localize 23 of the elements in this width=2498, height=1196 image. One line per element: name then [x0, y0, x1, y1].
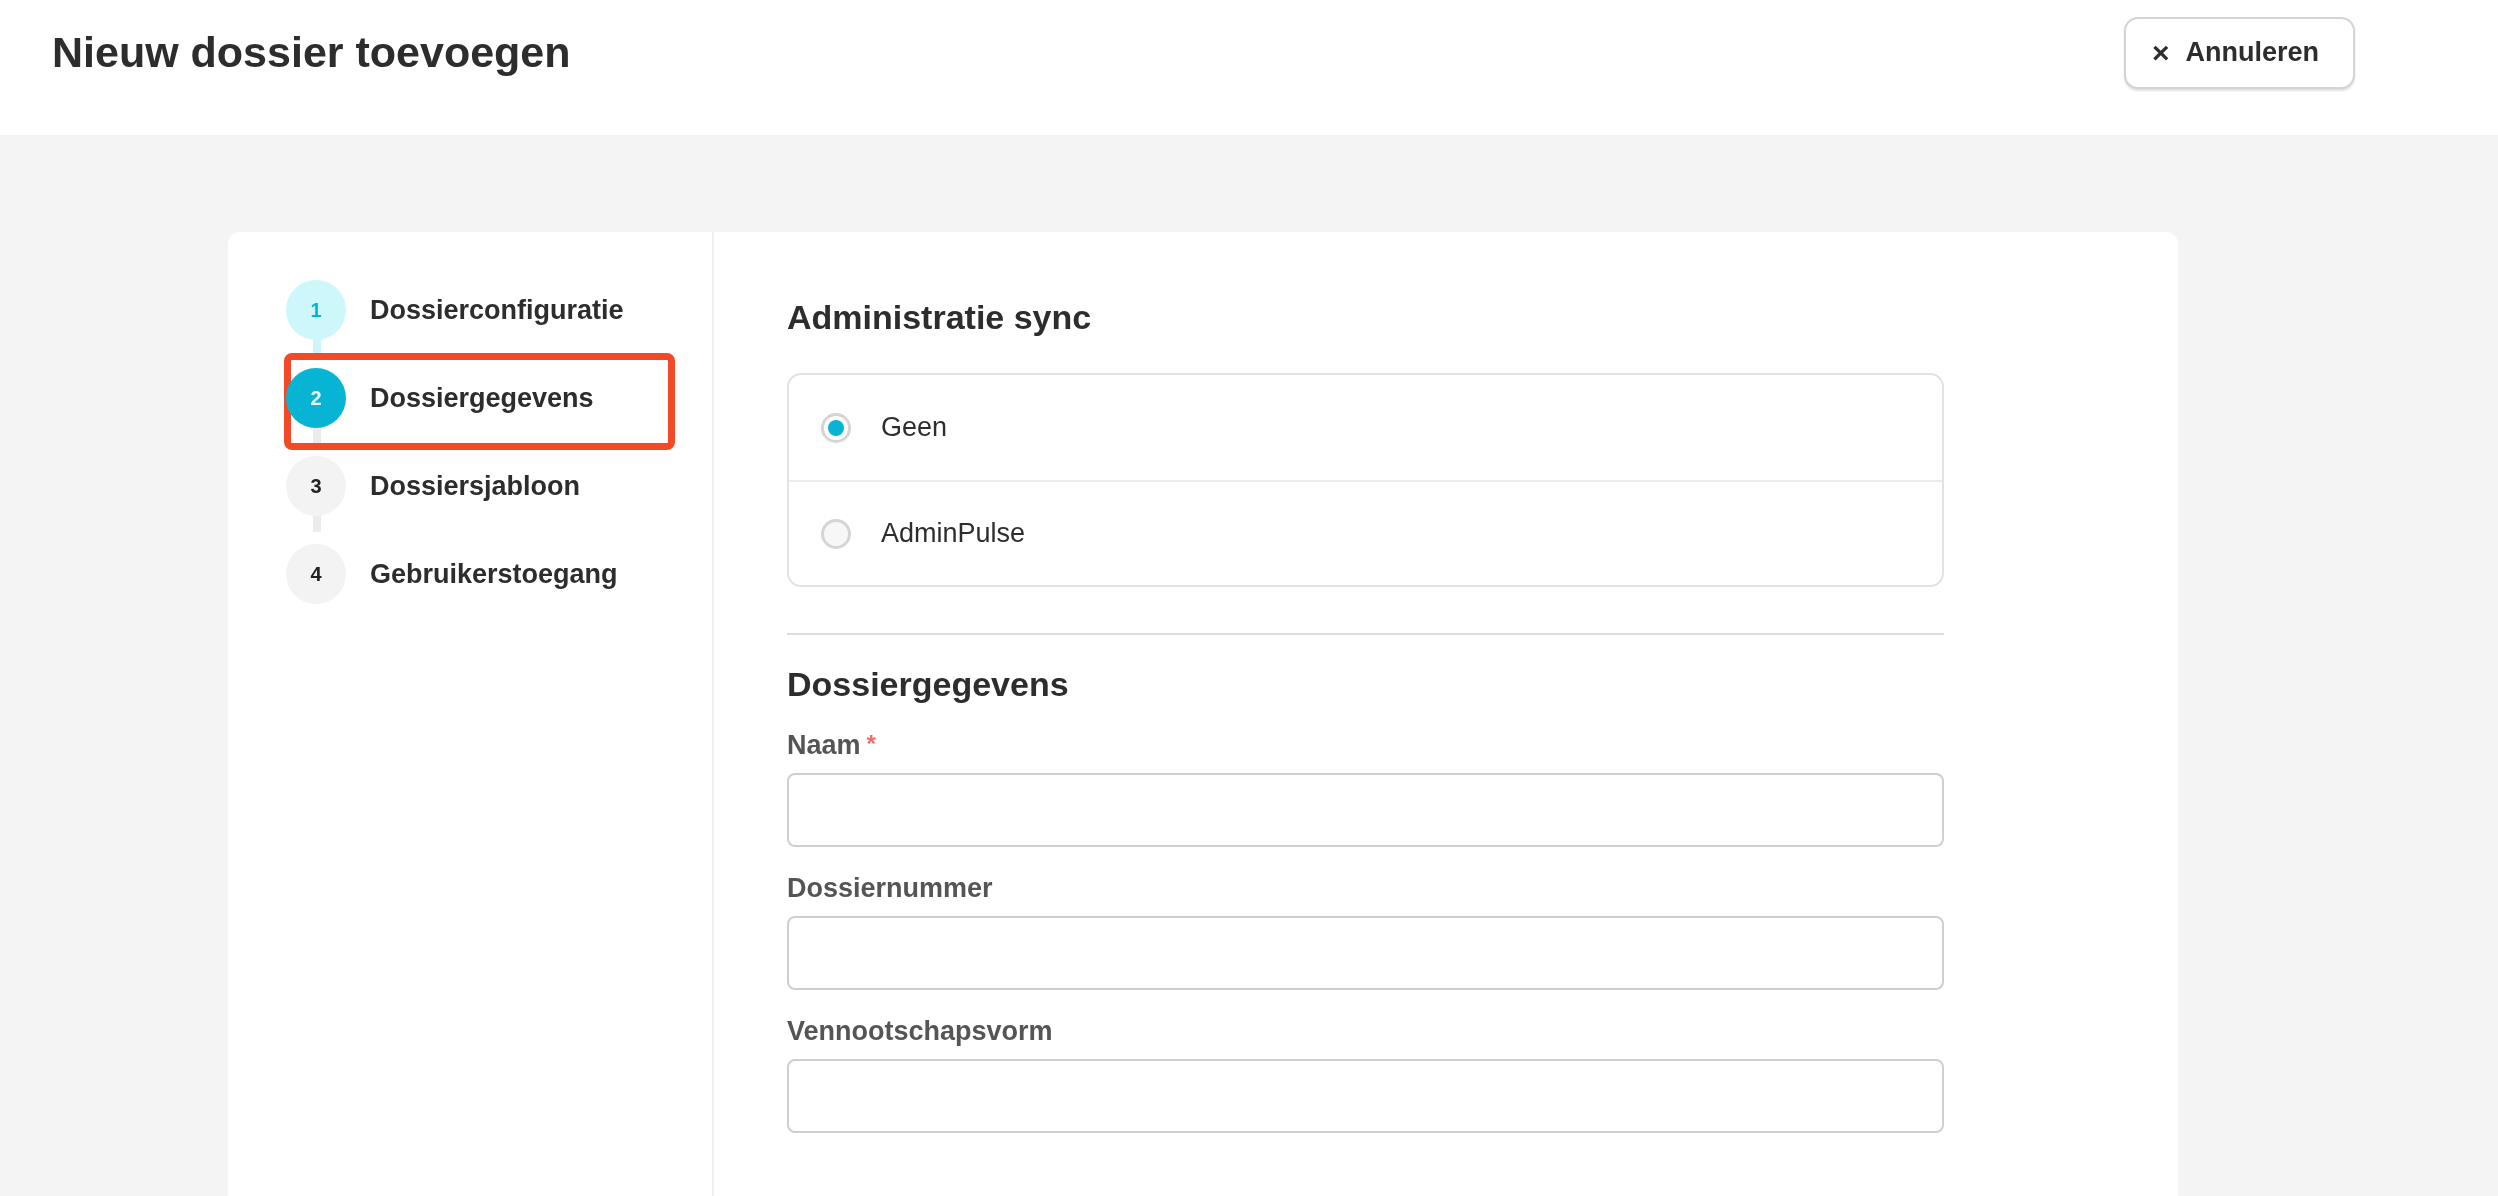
- page-title: Nieuw dossier toevoegen: [52, 28, 571, 77]
- step-number: 2: [286, 368, 346, 428]
- step-label[interactable]: Dossiersjabloon: [370, 470, 581, 502]
- field-label: Naam: [787, 730, 861, 761]
- step-number: 3: [286, 456, 346, 516]
- section-title: Administratie sync: [787, 298, 1093, 337]
- radio-label[interactable]: Geen: [881, 412, 948, 443]
- step-number: 4: [286, 544, 346, 604]
- field-label: Vennootschapsvorm: [787, 1016, 1053, 1047]
- input-field[interactable]: [787, 773, 1944, 847]
- step-number: 1: [286, 280, 346, 340]
- radio-button[interactable]: [821, 518, 851, 549]
- radio-label[interactable]: AdminPulse: [881, 518, 1026, 549]
- input-field[interactable]: [787, 916, 1944, 990]
- field-label: Dossiernummer: [787, 873, 993, 904]
- radio-button[interactable]: [821, 412, 851, 443]
- section-title: Dossiergegevens: [787, 665, 1070, 704]
- cancel-button[interactable]: × Annuleren: [2123, 16, 2355, 89]
- input-field[interactable]: [787, 1059, 1944, 1133]
- step-label[interactable]: Dossierconfiguratie: [370, 294, 624, 326]
- required-mark: *: [866, 730, 876, 758]
- step-label[interactable]: Dossiergegevens: [370, 382, 594, 414]
- step-label[interactable]: Gebruikerstoegang: [370, 558, 618, 590]
